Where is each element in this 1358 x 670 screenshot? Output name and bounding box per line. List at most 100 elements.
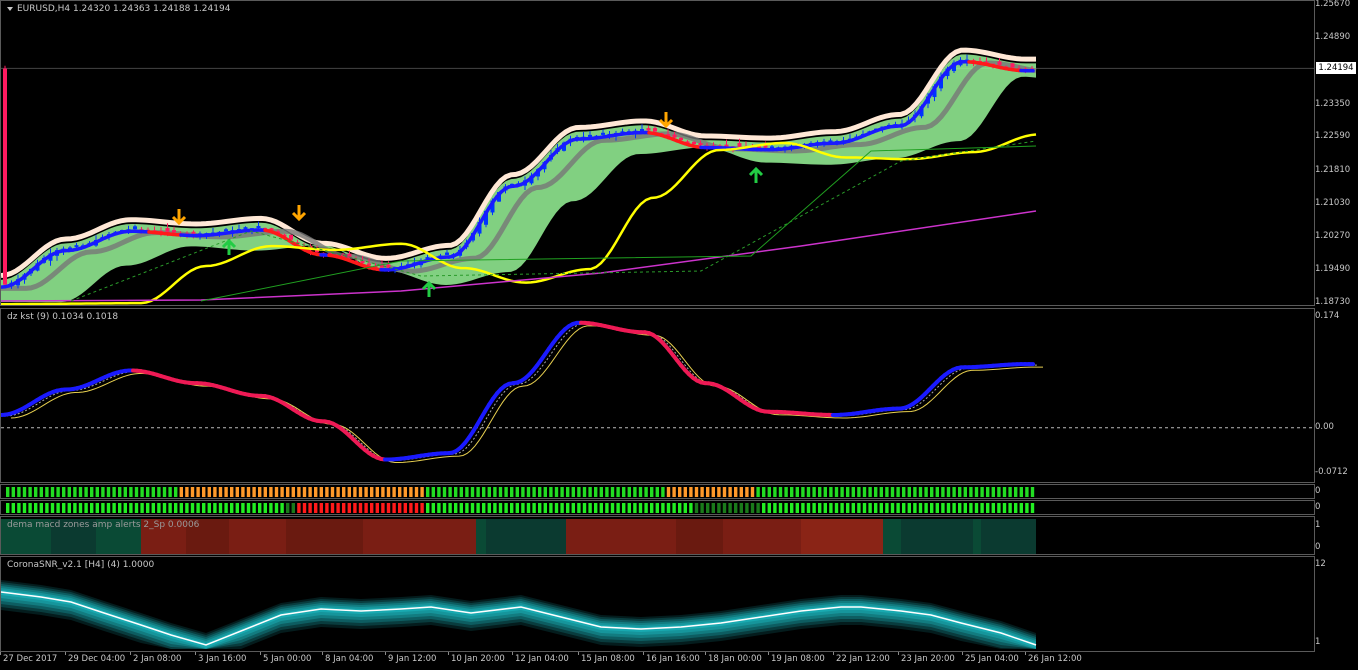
signal-1-bar [918,487,923,497]
signal-2-bar [459,503,463,513]
signal-1-bar [398,487,402,497]
signal-1-bar [946,487,951,497]
signal-2-bar [146,503,150,513]
signal-2-bar [902,503,906,513]
signal-2-bar [420,503,424,513]
signal-2-bar [767,503,771,513]
signal-2-bar [174,503,178,513]
signal-2-bar [196,503,200,513]
buy-arrow-icon [421,280,437,297]
signal-1-bar [974,487,979,497]
signal-2-bar [106,503,111,513]
signal-1-bar [622,487,626,497]
signal-1-bar [941,487,945,497]
signal-1-bar [521,487,525,497]
signal-2-bar [241,503,245,513]
signal-2-bar [325,503,329,513]
signal-1-bar [235,487,239,497]
signal-2-bar [140,503,144,513]
signal-1-bar [633,487,637,497]
signal-1-bar [599,487,603,497]
signal-2-bar [67,503,71,513]
signal-1-bar [756,487,760,497]
time-tick-label: 22 Jan 12:00 [836,654,890,664]
candle-body [653,128,657,132]
signal-2-bar [123,503,127,513]
signal-2-bar [168,503,172,513]
price-pane[interactable]: EURUSD,H4 1.24320 1.24363 1.24188 1.2419… [0,0,1315,306]
signal-1-bar [342,487,346,497]
signal-1-bar [6,487,10,497]
signal-1-bar [672,487,676,497]
snr-pane[interactable]: CoronaSNR_v2.1 [H4] (4) 1.0000 [0,556,1315,652]
signal-2-bar [756,503,760,513]
signal-2-bar [1025,503,1029,513]
signal-1-bar [269,487,273,497]
signal-1-bar [504,487,508,497]
snr-tick-label: 1 [1315,637,1321,647]
signal-2-bar [493,503,497,513]
signal-1-bar [95,487,99,497]
signal-1-bar [689,487,693,497]
signal-2-bar [291,503,295,513]
signal-2-bar [386,503,391,513]
signal-2-bar [549,503,553,513]
time-tick-mark [898,652,899,655]
time-tick-label: 25 Jan 04:00 [965,654,1019,664]
ma-ribbon-band [1,54,1036,303]
signal-1-bar [969,487,973,497]
signal-1-bar [566,487,570,497]
signal-2-bar [907,503,911,513]
signal-1-bar [1025,487,1029,497]
signal-2-bar [1019,503,1023,513]
signal-1-bar [414,487,419,497]
price-tick-label: 1.25670 [1315,0,1351,9]
signal-1-bar [129,487,133,497]
signal-1-bar [358,487,363,497]
signal-2-bar [633,503,637,513]
price-tick-label: 1.21810 [1315,164,1351,175]
signal-1-bar [728,487,732,497]
candle-body [191,231,196,234]
signal-2-bar [935,503,939,513]
signal-1-bar [818,487,822,497]
signal-1-bar [34,487,38,497]
signal-2-bar [392,503,396,513]
signal-1-bar [297,487,301,497]
chevron-down-icon[interactable] [7,6,13,11]
candle-body [445,252,449,255]
kst-pane[interactable]: dz kst (9) 0.1034 0.1018 [0,308,1315,483]
macd-zone [973,519,981,554]
macd-pane[interactable]: dema macd zones amp alerts 2_Sp 0.0006 [0,516,1315,555]
time-tick-mark [0,652,1,655]
signal-2-bar [840,503,844,513]
signal-2-bar [515,503,519,513]
signal-1-bar [151,487,155,497]
signal-1-bar [778,487,783,497]
signal-1-bar [913,487,917,497]
signal-1-bar [246,487,251,497]
signal-1-bar [1008,487,1012,497]
signal-bar-pane-1[interactable] [0,484,1315,499]
signal-2-bar [112,503,116,513]
signal-2-bar [375,503,379,513]
signal-1-bar [179,487,183,497]
bar1-axis-label: 0 [1315,486,1321,496]
signal-1-bar [190,487,195,497]
signal-2-bar [790,503,794,513]
trail-line [200,145,1037,302]
signal-1-bar [879,487,883,497]
signal-2-bar [722,503,727,513]
kst-tick-label: 0.174 [1315,311,1340,321]
signal-1-bar [62,487,66,497]
signal-2-bar [190,503,195,513]
kst-label: dz kst (9) 0.1034 0.1018 [7,312,119,322]
candle-body [672,134,677,138]
time-tick-label: 12 Jan 04:00 [515,654,569,664]
macd-tick-label: 1 [1315,520,1321,530]
signal-1-bar [549,487,553,497]
signal-1-bar [370,487,374,497]
signal-bar-pane-2[interactable] [0,500,1315,515]
signal-2-bar [778,503,783,513]
signal-2-bar [118,503,122,513]
